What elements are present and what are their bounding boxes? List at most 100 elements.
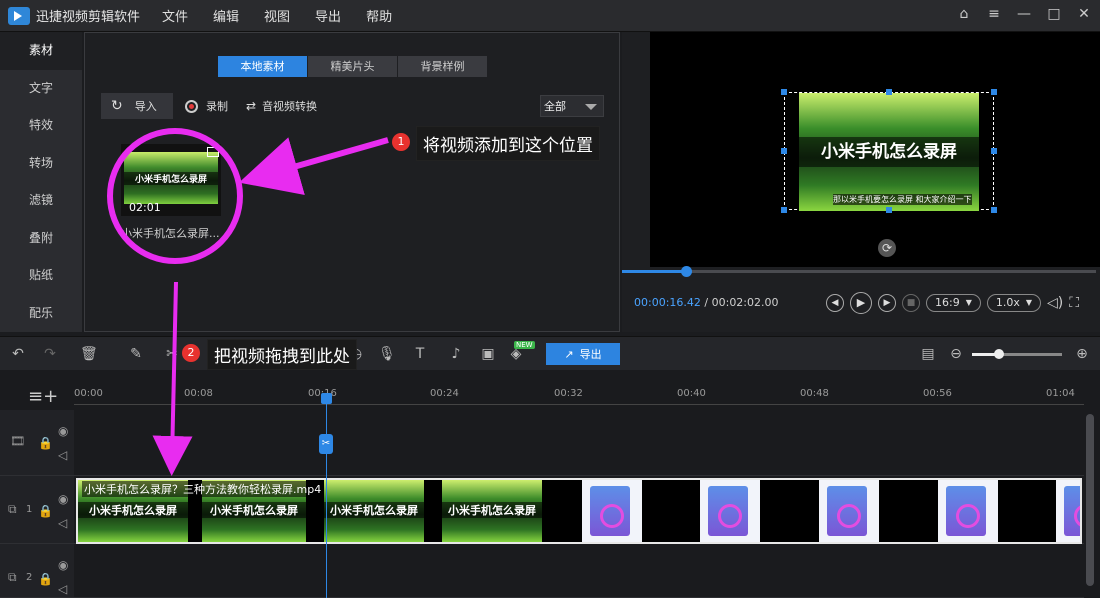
step-forward-icon[interactable]: ▶ <box>878 294 896 312</box>
app-logo-icon <box>8 6 30 25</box>
resize-handle[interactable] <box>886 89 892 95</box>
edit-icon[interactable]: ✎ <box>128 346 144 362</box>
volume-icon[interactable]: ◁ <box>58 448 67 462</box>
resize-handle[interactable] <box>991 148 997 154</box>
ratio-value: 16:9 <box>935 296 960 309</box>
time-ruler[interactable]: 00:00 00:08 00:16 00:24 00:32 00:40 00:4… <box>74 370 1084 410</box>
resize-handle[interactable] <box>991 89 997 95</box>
resize-handle[interactable] <box>781 89 787 95</box>
eye-icon[interactable]: ◉ <box>58 424 68 438</box>
menu-file[interactable]: 文件 <box>162 6 188 25</box>
play-icon[interactable]: ▶ <box>850 292 872 314</box>
record-button[interactable]: 录制 <box>185 98 228 114</box>
volume-icon[interactable]: ◁ <box>58 582 67 596</box>
track-main[interactable] <box>74 410 1084 476</box>
time-separator: / <box>700 296 712 309</box>
menu-edit[interactable]: 编辑 <box>213 6 239 25</box>
playback-progress[interactable] <box>622 266 1096 277</box>
delete-icon[interactable]: 🗑 <box>80 346 98 362</box>
close-icon[interactable]: ✕ <box>1076 6 1092 22</box>
sidebar-item-stickers[interactable]: 贴纸 <box>0 257 82 295</box>
ruler-tick: 00:48 <box>800 388 829 399</box>
resize-handle[interactable] <box>781 148 787 154</box>
undo-icon[interactable]: ↶ <box>10 346 26 362</box>
volume-icon[interactable]: ◁ <box>58 516 67 530</box>
sidebar-item-filters[interactable]: 滤镜 <box>0 182 82 220</box>
track-2[interactable] <box>74 544 1084 598</box>
speed-value: 1.0x <box>995 296 1020 309</box>
preview-selection-frame[interactable]: 小米手机怎么录屏 那以米手机要怎么录屏 和大家介绍一下 <box>781 89 997 213</box>
tab-backgrounds[interactable]: 背景样例 <box>398 56 487 77</box>
fit-icon[interactable]: ▤ <box>920 346 936 362</box>
menu-bar: 文件 编辑 视图 导出 帮助 <box>162 6 417 25</box>
track-header-2: ⧉ 2 🔒 ◉ ◁ <box>0 544 74 598</box>
split-icon[interactable]: ✂ <box>164 346 180 362</box>
ratio-select[interactable]: 16:9 ▼ <box>926 294 981 312</box>
add-track-icon[interactable]: ≡+ <box>28 386 58 407</box>
step2-badge: 2 <box>182 344 200 362</box>
lock-icon[interactable]: 🔒 <box>38 436 53 450</box>
ruler-tick: 00:40 <box>677 388 706 399</box>
filter-select[interactable]: 全部 <box>540 95 604 117</box>
timeline-clip-label: 小米手机怎么录屏？三种方法教你轻松录屏.mp4 <box>82 481 324 497</box>
timeline-clip[interactable]: 小米手机怎么录屏？三种方法教你轻松录屏.mp4 小米手机怎么录屏 小米手机怎么录… <box>76 478 1082 544</box>
sidebar-item-overlays[interactable]: 叠附 <box>0 220 82 258</box>
resize-handle[interactable] <box>886 207 892 213</box>
menu-help[interactable]: 帮助 <box>366 6 392 25</box>
sidebar-item-media[interactable]: 素材 <box>0 32 82 70</box>
voice-change-icon[interactable]: ♪ <box>448 346 464 362</box>
subtitle-icon[interactable]: ▣ <box>480 346 496 362</box>
ruler-tick: 00:24 <box>430 388 459 399</box>
tab-intros[interactable]: 精美片头 <box>308 56 397 77</box>
maximize-icon[interactable]: □ <box>1046 6 1062 22</box>
zoom-slider[interactable] <box>972 349 1062 359</box>
volume-icon[interactable]: ◁) <box>1047 295 1063 311</box>
sidebar-item-transitions[interactable]: 转场 <box>0 145 82 183</box>
menu-export[interactable]: 导出 <box>315 6 341 25</box>
step-back-icon[interactable]: ◀ <box>826 294 844 312</box>
playhead-split-icon[interactable]: ✂ <box>319 434 333 454</box>
eye-icon[interactable]: ◉ <box>58 558 68 572</box>
ruler-tick: 01:04 <box>1046 388 1075 399</box>
clip-frame <box>819 480 879 542</box>
stop-icon[interactable]: ■ <box>902 294 920 312</box>
timeline: ≡+ 00:00 00:08 00:16 00:24 00:32 00:40 0… <box>0 370 1100 598</box>
timeline-scrollbar[interactable] <box>1086 414 1094 586</box>
lock-icon[interactable]: 🔒 <box>38 504 53 518</box>
fullscreen-icon[interactable]: ⛶ <box>1069 295 1079 311</box>
resize-handle[interactable] <box>991 207 997 213</box>
text-to-speech-icon[interactable]: T <box>412 346 428 362</box>
chevron-down-icon: ▼ <box>965 298 972 307</box>
preview-subtitle-overlay: 那以米手机要怎么录屏 和大家介绍一下 <box>833 194 972 205</box>
ruler-tick: 00:08 <box>184 388 213 399</box>
tab-local-media[interactable]: 本地素材 <box>218 56 307 77</box>
redo-icon[interactable]: ↷ <box>42 346 58 362</box>
sidebar-item-effects[interactable]: 特效 <box>0 107 82 145</box>
preview-screen: 小米手机怎么录屏 那以米手机要怎么录屏 和大家介绍一下 ⟳ <box>650 32 1100 267</box>
playback-progress-knob[interactable] <box>680 266 692 277</box>
export-button[interactable]: ↗ 导出 <box>546 343 620 365</box>
preview-video-frame: 小米手机怎么录屏 那以米手机要怎么录屏 和大家介绍一下 <box>799 93 979 211</box>
resize-handle[interactable] <box>781 207 787 213</box>
app-title: 迅捷视频剪辑软件 <box>36 10 141 25</box>
film-icon: 🎞 <box>10 434 26 448</box>
import-button[interactable]: ↻ 导入 <box>101 93 173 119</box>
lock-icon[interactable]: 🔒 <box>38 572 53 586</box>
convert-button[interactable]: ⇄ 音视频转换 <box>246 98 317 114</box>
eye-icon[interactable]: ◉ <box>58 492 68 506</box>
playhead[interactable] <box>326 394 327 598</box>
microphone-icon[interactable]: 🎙 <box>378 346 396 362</box>
zoom-out-icon[interactable]: ⊖ <box>948 346 964 362</box>
sidebar-item-music[interactable]: 配乐 <box>0 295 82 333</box>
minimize-icon[interactable]: — <box>1016 6 1032 22</box>
home-icon[interactable]: ⌂ <box>956 6 972 22</box>
zoom-slider-knob[interactable] <box>994 349 1004 359</box>
menu-icon[interactable]: ≡ <box>986 6 1002 22</box>
menu-view[interactable]: 视图 <box>264 6 290 25</box>
rotate-icon[interactable]: ⟳ <box>878 239 896 257</box>
sidebar-item-text[interactable]: 文字 <box>0 70 82 108</box>
record-label: 录制 <box>206 100 228 113</box>
zoom-in-icon[interactable]: ⊕ <box>1074 346 1090 362</box>
speed-select[interactable]: 1.0x ▼ <box>986 294 1042 312</box>
overlay-track-icon: ⧉ <box>8 502 17 516</box>
